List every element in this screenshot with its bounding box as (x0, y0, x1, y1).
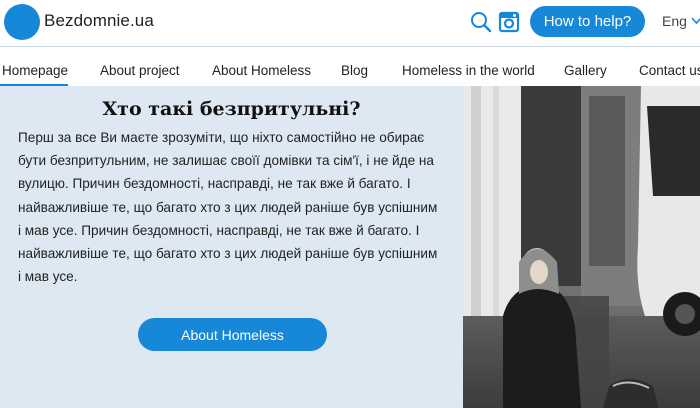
nav-item-homeless-in-the-world[interactable]: Homeless in the world (402, 63, 535, 78)
logo-icon[interactable] (4, 4, 40, 40)
logo-text[interactable]: Bezdomnie.ua (44, 11, 154, 31)
nav-item-blog[interactable]: Blog (341, 63, 368, 78)
chevron-down-icon (691, 17, 700, 25)
section-paragraph: Перш за все Ви маєте зрозуміти, що ніхто… (18, 126, 453, 288)
paragraph-line: найважливіше те, що багато хто з цих люд… (18, 246, 438, 262)
search-icon[interactable] (470, 11, 492, 33)
paragraph-line: Перш за все Ви маєте зрозуміти, що ніхто… (18, 130, 425, 145)
how-to-help-button[interactable]: How to help? (530, 6, 645, 37)
nav-item-homepage[interactable]: Homepage (2, 63, 68, 78)
language-label: Eng (662, 13, 687, 29)
about-homeless-button[interactable]: About Homeless (138, 318, 327, 351)
language-selector[interactable]: Eng (662, 13, 700, 29)
nav-item-about-homeless[interactable]: About Homeless (212, 63, 311, 78)
homeless-person-photo (463, 86, 700, 408)
main-nav: Homepage About project About Homeless Bl… (0, 54, 700, 86)
header-divider (0, 46, 700, 47)
paragraph-line: вулицю. Причин бездомності, насправді, н… (18, 176, 411, 192)
intro-section: Хто такі безпритульні? Перш за все Ви ма… (0, 86, 463, 408)
section-title: Хто такі безпритульні? (102, 98, 361, 120)
instagram-icon[interactable] (498, 11, 520, 33)
nav-item-about-project[interactable]: About project (100, 63, 180, 78)
paragraph-line: і мав усе. (18, 269, 78, 285)
paragraph-line: і мав усе. Причин бездомності, насправді… (18, 222, 420, 238)
paragraph-line: найважливіше те, що багато хто з цих люд… (18, 199, 438, 215)
paragraph-line: бути безпритульним, не залишає своїї дом… (18, 153, 434, 169)
nav-item-contact-us[interactable]: Contact us (639, 63, 700, 78)
nav-item-gallery[interactable]: Gallery (564, 63, 607, 78)
site-header: Bezdomnie.ua How to help? Eng (0, 0, 700, 46)
